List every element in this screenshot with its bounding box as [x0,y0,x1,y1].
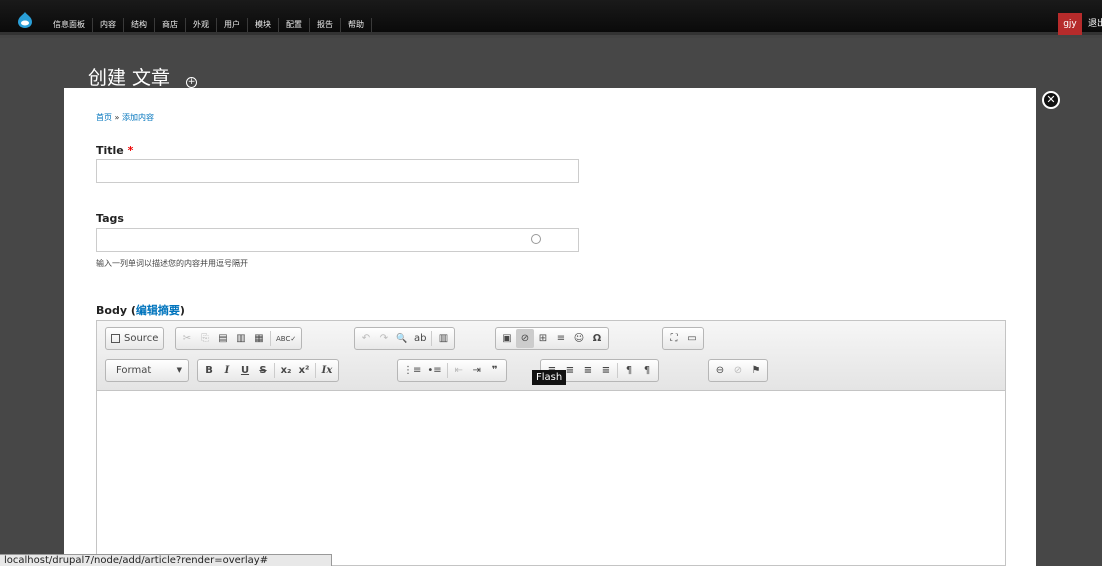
outdent-icon[interactable]: ⇤ [450,361,468,380]
toolbar-item-reports[interactable]: 报告 [310,18,341,32]
cut-icon[interactable]: ✂ [178,329,196,348]
toolbar-separator [270,331,271,346]
body-label: Body (编辑摘要) [96,302,185,318]
select-all-icon[interactable]: ▥ [434,329,452,348]
link-icon[interactable]: ⊖ [711,361,729,380]
paste-word-icon[interactable]: ▦ [250,329,268,348]
tags-input[interactable] [96,228,579,252]
source-label: Source [124,333,159,344]
title-label-text: Title [96,144,124,157]
browser-status-bar: localhost/drupal7/node/add/article?rende… [0,554,332,566]
bidi-rtl-icon[interactable]: ¶ [638,361,656,380]
image-icon[interactable]: ▣ [498,329,516,348]
ckeditor: Source ✂ ⎘ ▤ ▥ ▦ ABC✓ ↶ ↷ 🔍 ab ▥ ▣ ⊘ ⊞ ≡… [96,320,1006,566]
smiley-icon[interactable]: ☺ [570,329,588,348]
format-dropdown[interactable]: Format ▼ [105,359,189,382]
find-icon[interactable]: 🔍 [393,329,411,348]
bidi-ltr-icon[interactable]: ¶ [620,361,638,380]
title-label: Title * [96,144,133,157]
italic-icon[interactable]: I [218,361,236,380]
breadcrumb: 首页 » 添加内容 [96,112,154,123]
body-label-text: Body [96,304,127,317]
body-paren-close: ) [179,304,185,317]
toolbar-item-dashboard[interactable]: 信息面板 [46,18,93,32]
paste-icon[interactable]: ▤ [214,329,232,348]
add-shortcut-icon[interactable]: + [186,77,198,88]
close-overlay-button[interactable]: ✕ [1042,91,1060,109]
toolbar-menu: 信息面板 内容 结构 商店 外观 用户 模块 配置 报告 帮助 [46,18,372,32]
link-group: ⊖ ⊘ ⚑ [708,359,768,382]
tags-description: 输入一列单词以描述您的内容并用逗号隔开 [96,259,248,268]
horizontal-rule-icon[interactable]: ≡ [552,329,570,348]
flash-tooltip: Flash [532,370,567,385]
copy-icon[interactable]: ⎘ [196,329,214,348]
toolbar-separator [617,363,618,378]
spellcheck-icon[interactable]: ABC✓ [273,329,299,348]
undo-icon[interactable]: ↶ [357,329,375,348]
toolbar-item-structure[interactable]: 结构 [124,18,155,32]
breadcrumb-separator: » [112,113,122,122]
indent-icon[interactable]: ⇥ [468,361,486,380]
required-marker: * [127,144,134,157]
flash-icon[interactable]: ⊘ [516,329,534,348]
toolbar-item-people[interactable]: 用户 [217,18,248,32]
redo-icon[interactable]: ↷ [375,329,393,348]
bold-icon[interactable]: B [200,361,218,380]
page-title-text: 创建 文章 [88,67,171,89]
edit-summary-link[interactable]: 编辑摘要 [136,304,180,317]
subscript-icon[interactable]: x₂ [277,361,295,380]
special-char-icon[interactable]: Ω [588,329,606,348]
logout-link[interactable]: 退出 [1088,13,1102,35]
toolbar-item-content[interactable]: 内容 [93,18,124,32]
toolbar-separator [315,363,316,378]
bulleted-list-icon[interactable]: •≡ [424,361,444,380]
remove-format-icon[interactable]: Ix [318,361,336,380]
format-label: Format [116,365,152,376]
source-group: Source [105,327,165,350]
unlink-icon[interactable]: ⊘ [729,361,747,380]
toolbar-separator [274,363,275,378]
strike-icon[interactable]: S [254,361,272,380]
body-paren-open: ( [127,304,136,317]
toolbar-item-store[interactable]: 商店 [155,18,186,32]
toolbar-item-help[interactable]: 帮助 [341,18,372,32]
toolbar-item-modules[interactable]: 模块 [248,18,279,32]
superscript-icon[interactable]: x² [295,361,313,380]
align-right-icon[interactable]: ≡ [579,361,597,380]
autocomplete-throbber-icon [531,234,541,244]
chevron-down-icon: ▼ [176,366,182,374]
maximize-icon[interactable]: ⛶ [665,329,683,348]
source-icon [111,334,120,343]
editor-content-area[interactable] [97,391,1005,565]
insert-group: ▣ ⊘ ⊞ ≡ ☺ Ω [495,327,609,350]
admin-toolbar: 信息面板 内容 结构 商店 外观 用户 模块 配置 报告 帮助 gjy 退出 [0,0,1102,35]
clipboard-group: ✂ ⎘ ▤ ▥ ▦ ABC✓ [175,327,303,350]
undo-find-group: ↶ ↷ 🔍 ab ▥ [354,327,456,350]
overlay-content: 首页 » 添加内容 Title * Tags 输入一列单词以描述您的内容并用逗号… [64,88,1036,566]
basic-styles-group: B I U S x₂ x² Ix [197,359,339,382]
show-blocks-icon[interactable]: ▭ [683,329,701,348]
anchor-flag-icon[interactable]: ⚑ [747,361,765,380]
breadcrumb-home[interactable]: 首页 [96,113,112,122]
title-input[interactable] [96,159,579,183]
table-icon[interactable]: ⊞ [534,329,552,348]
tags-label: Tags [96,212,124,225]
toolbar-item-appearance[interactable]: 外观 [186,18,217,32]
replace-icon[interactable]: ab [411,329,429,348]
toolbar-item-configuration[interactable]: 配置 [279,18,310,32]
underline-icon[interactable]: U [236,361,254,380]
blockquote-icon[interactable]: ❞ [486,361,504,380]
toolbar-separator [446,363,448,378]
view-group: ⛶ ▭ [662,327,704,350]
breadcrumb-add-content[interactable]: 添加内容 [122,113,154,122]
numbered-list-icon[interactable]: ⋮≡ [400,361,424,380]
align-justify-icon[interactable]: ≡ [597,361,615,380]
user-account-button[interactable]: gjy [1058,13,1082,35]
toolbar-separator [431,331,433,346]
drupal-home-icon[interactable] [18,12,32,28]
paste-text-icon[interactable]: ▥ [232,329,250,348]
source-button[interactable]: Source [108,329,161,348]
page-title: 创建 文章 + [88,63,198,90]
list-group: ⋮≡ •≡ ⇤ ⇥ ❞ [397,359,507,382]
